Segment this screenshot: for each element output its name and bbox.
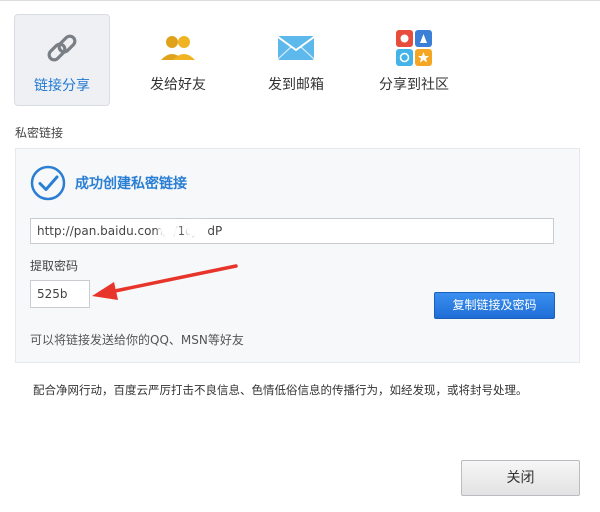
copy-link-and-password-button[interactable]: 复制链接及密码 [434, 292, 555, 319]
tab-send-to-friends[interactable]: 发给好友 [130, 14, 226, 106]
check-circle-icon [30, 165, 66, 201]
share-link-field[interactable] [30, 218, 554, 244]
tab-share-to-community[interactable]: 分享到社区 [366, 14, 462, 106]
section-title: 私密链接 [15, 126, 64, 140]
share-hint: 可以将链接发送给你的QQ、MSN等好友 [30, 333, 244, 347]
redaction-blur [184, 221, 206, 239]
top-divider [0, 0, 600, 1]
community-icon [396, 30, 432, 66]
friends-icon [161, 36, 195, 60]
tab-link-share[interactable]: 链接分享 [14, 14, 110, 106]
mail-icon [277, 36, 315, 60]
password-label: 提取密码 [30, 259, 79, 273]
close-button[interactable]: 关闭 [461, 460, 580, 496]
link-icon [47, 34, 77, 62]
password-field[interactable] [30, 280, 90, 308]
red-arrow-annotation [92, 264, 238, 300]
redaction-blur [158, 221, 180, 239]
tab-label: 发到邮箱 [268, 77, 324, 93]
tab-label: 发给好友 [150, 77, 206, 93]
tab-label: 分享到社区 [379, 77, 449, 93]
success-message: 成功创建私密链接 [75, 176, 187, 192]
tab-label: 链接分享 [34, 78, 90, 94]
policy-notice: 配合净网行动，百度云严厉打击不良信息、色情低俗信息的传播行为，如经发现，或将封号… [33, 383, 528, 397]
tab-send-to-email[interactable]: 发到邮箱 [248, 14, 344, 106]
